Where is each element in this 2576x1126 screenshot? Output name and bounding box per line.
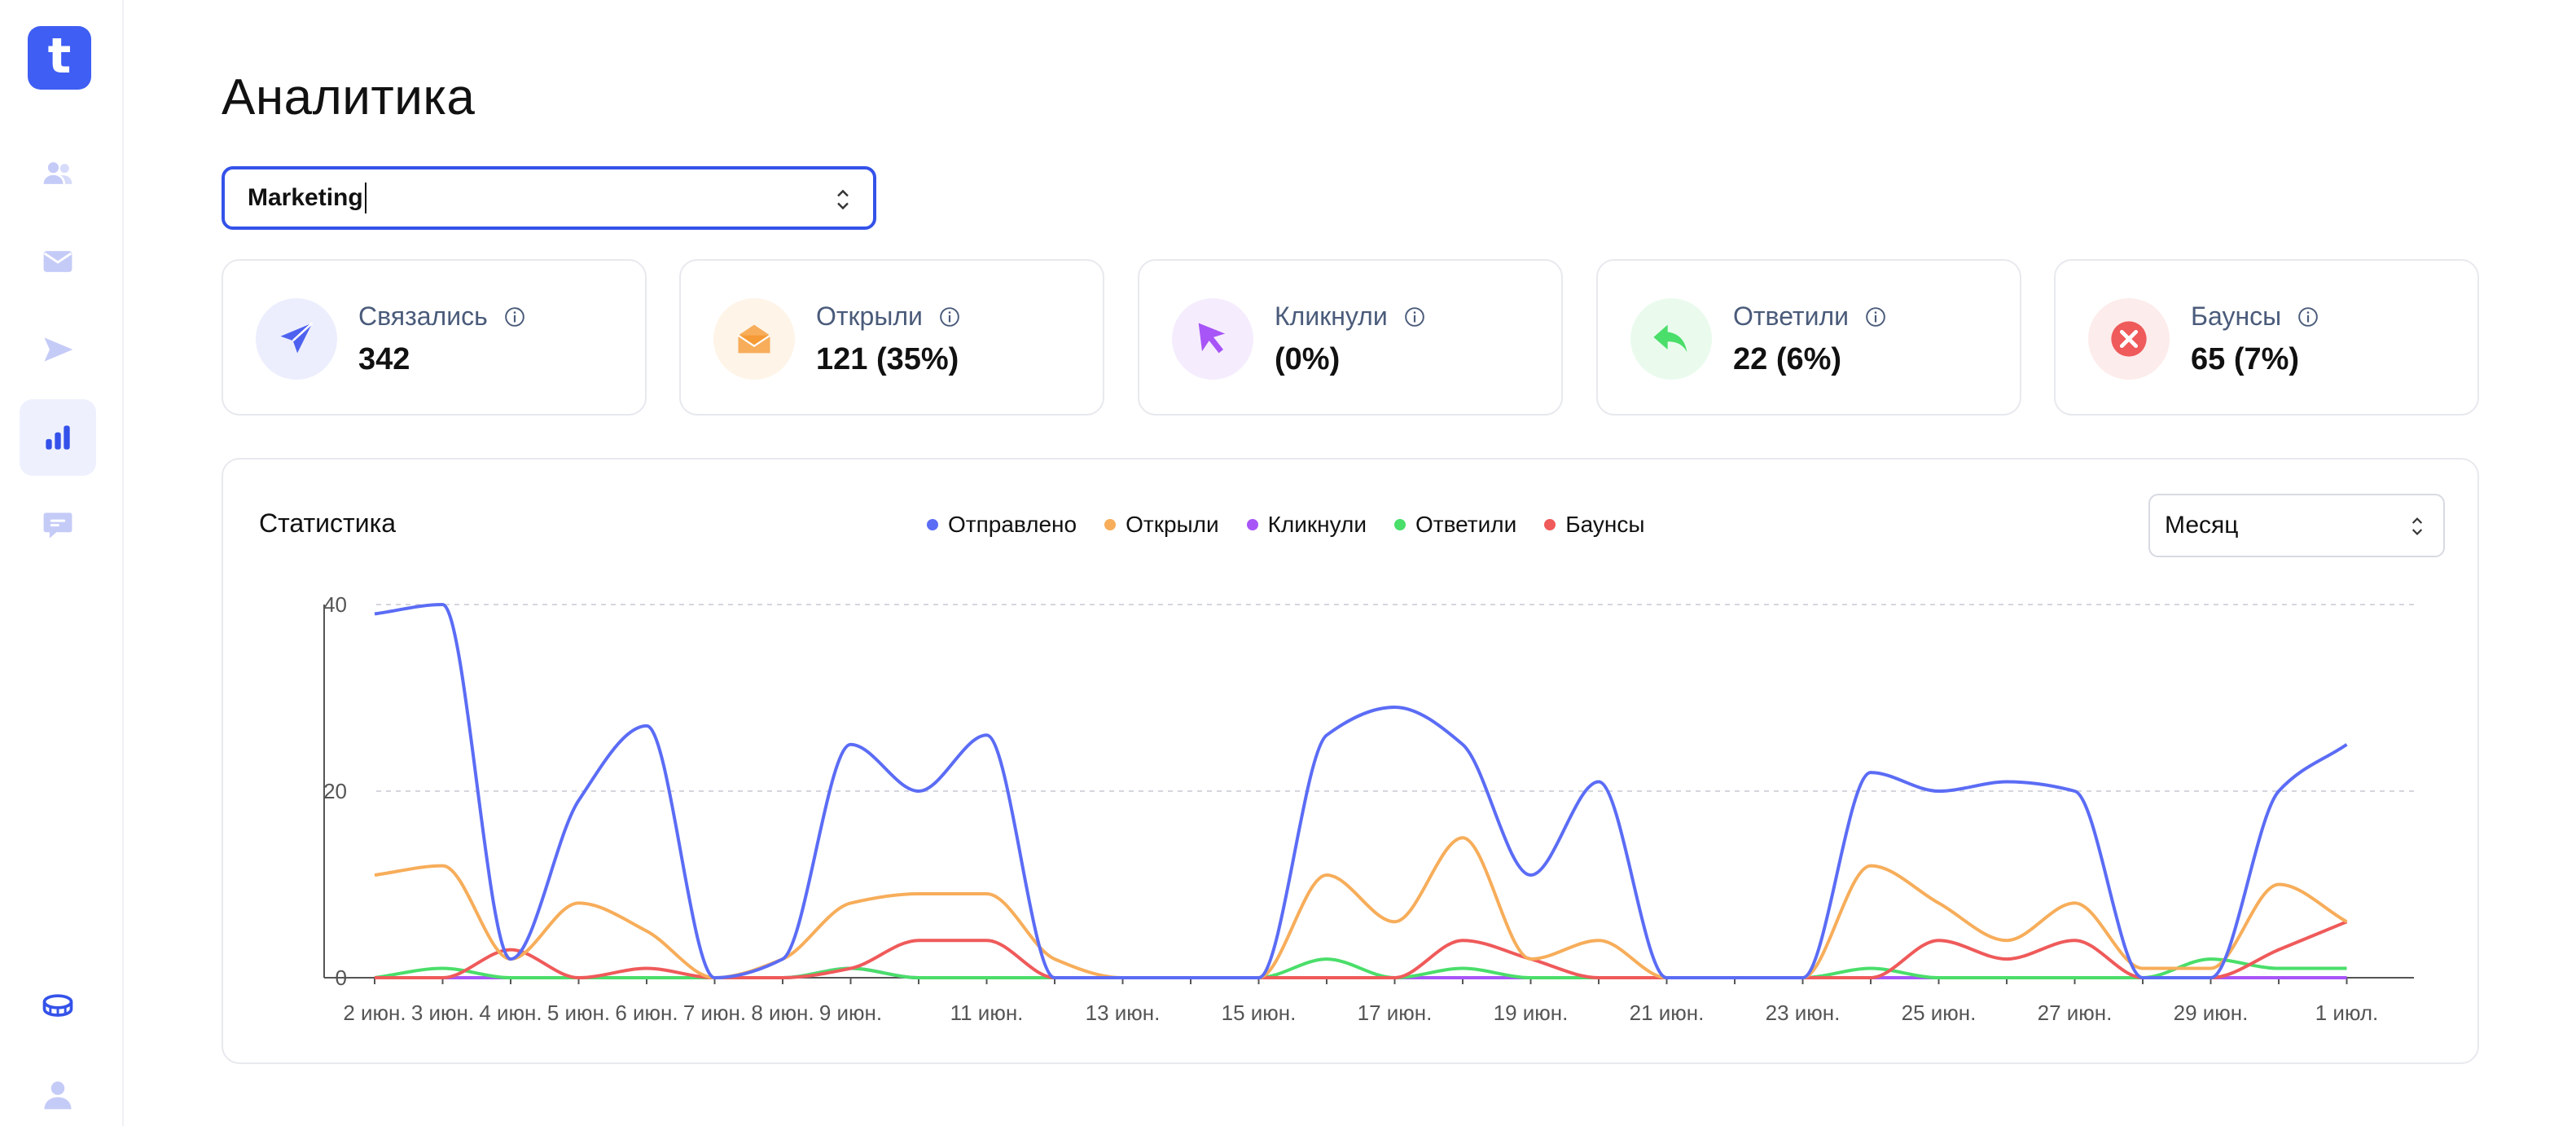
text-cursor — [364, 183, 366, 213]
x-tick-label: 13 июн. — [1086, 1001, 1161, 1025]
series-line-1 — [374, 836, 2348, 979]
x-tick-label: 5 июн. — [547, 1001, 610, 1025]
x-tick-label: 29 июн. — [2174, 1001, 2249, 1025]
info-icon[interactable] — [1865, 306, 1886, 328]
x-tick-label: 23 июн. — [1766, 1001, 1841, 1025]
logo-letter: t — [47, 28, 72, 85]
bar-chart-icon — [46, 425, 70, 450]
x-tick-label: 15 июн. — [1222, 1001, 1297, 1025]
sidebar: t — [0, 0, 124, 1126]
reply-icon — [1653, 324, 1687, 353]
stat-label-text: Связались — [358, 301, 488, 331]
stat-value: (0%) — [1275, 342, 1341, 376]
stat-label: Кликнули — [1275, 301, 1425, 332]
stat-label-text: Баунсы — [2191, 301, 2282, 331]
send-icon — [280, 322, 314, 354]
x-tick-label: 4 июн. — [479, 1001, 542, 1025]
x-tick-label: 2 июн. — [343, 1001, 406, 1025]
stat-label: Ответили — [1733, 301, 1886, 332]
sidebar-item-profile[interactable] — [20, 1056, 96, 1126]
info-icon[interactable] — [2297, 306, 2319, 328]
stat-value: 65 (7%) — [2191, 342, 2300, 376]
stat-label-text: Кликнули — [1275, 301, 1388, 331]
x-tick-label: 17 июн. — [1358, 1001, 1433, 1025]
x-tick-label: 27 июн. — [2038, 1001, 2113, 1025]
stat-label-text: Ответили — [1733, 301, 1849, 331]
sidebar-item-chat[interactable] — [20, 487, 96, 564]
stat-label: Связались — [358, 301, 525, 332]
stat-label: Баунсы — [2191, 301, 2319, 332]
statistics-panel: Статистика Отправлено Открыли Кликнули О… — [222, 458, 2479, 1064]
stat-value: 22 (6%) — [1733, 342, 1842, 376]
statistics-chart: 020402 июн. 3 июн. 4 июн. 5 июн. 6 июн. 7 июн… — [323, 592, 2414, 1025]
chat-icon — [43, 512, 72, 539]
series-line-3 — [374, 957, 2347, 979]
sidebar-item-coins[interactable] — [20, 968, 96, 1045]
campaign-select[interactable]: Marketing — [222, 166, 876, 230]
coins-icon — [42, 994, 73, 1017]
campaign-select-value: Marketing — [248, 184, 363, 211]
page-title: Аналитика — [222, 69, 476, 125]
sidebar-item-send[interactable] — [20, 311, 96, 388]
cursor-icon — [1198, 323, 1226, 354]
info-icon[interactable] — [504, 306, 525, 328]
sidebar-item-users[interactable] — [20, 135, 96, 212]
stat-icon-wrap — [1630, 298, 1712, 380]
y-tick-label: 20 — [323, 779, 347, 803]
stat-value: 121 (35%) — [816, 342, 959, 376]
close-circle-icon — [2111, 321, 2147, 357]
x-tick-label: 11 июн. — [950, 1001, 1024, 1025]
stat-icon-wrap — [2088, 298, 2170, 380]
x-tick-label: 7 июн. — [683, 1001, 746, 1025]
stat-card-opened: Открыли 121 (35%) — [679, 259, 1104, 416]
x-tick-label: 8 июн. — [751, 1001, 814, 1025]
stat-icon-wrap — [713, 298, 795, 380]
user-icon — [44, 1081, 72, 1110]
stat-card-clicked: Кликнули (0%) — [1138, 259, 1563, 416]
x-tick-label: 21 июн. — [1630, 1001, 1705, 1025]
x-tick-label: 6 июн. — [615, 1001, 678, 1025]
info-icon[interactable] — [939, 306, 960, 328]
chevron-up-down-icon — [837, 189, 849, 210]
x-tick-label: 3 июн. — [411, 1001, 474, 1025]
users-icon — [43, 162, 72, 184]
stat-icon-wrap — [1172, 298, 1253, 380]
stat-icon-wrap — [256, 298, 337, 380]
x-tick-label: 25 июн. — [1902, 1001, 1977, 1025]
y-tick-label: 40 — [323, 592, 347, 617]
x-tick-label: 19 июн. — [1494, 1001, 1569, 1025]
stat-card-bounces: Баунсы 65 (7%) — [2054, 259, 2479, 416]
sidebar-item-analytics[interactable] — [20, 399, 96, 476]
x-tick-label: 9 июн. — [819, 1001, 882, 1025]
mail-icon — [43, 251, 72, 272]
envelope-open-icon — [737, 324, 771, 354]
stat-card-replied: Ответили 22 (6%) — [1596, 259, 2021, 416]
stat-value: 342 — [358, 342, 410, 376]
stat-label-text: Открыли — [816, 301, 923, 331]
x-tick-label: 1 июл. — [2315, 1001, 2379, 1025]
info-icon[interactable] — [1404, 306, 1425, 328]
app-logo[interactable]: t — [28, 26, 91, 90]
send-icon — [44, 337, 73, 362]
stat-label: Открыли — [816, 301, 960, 332]
stat-card-contacted: Связались 342 — [222, 259, 647, 416]
sidebar-item-mail[interactable] — [20, 223, 96, 300]
